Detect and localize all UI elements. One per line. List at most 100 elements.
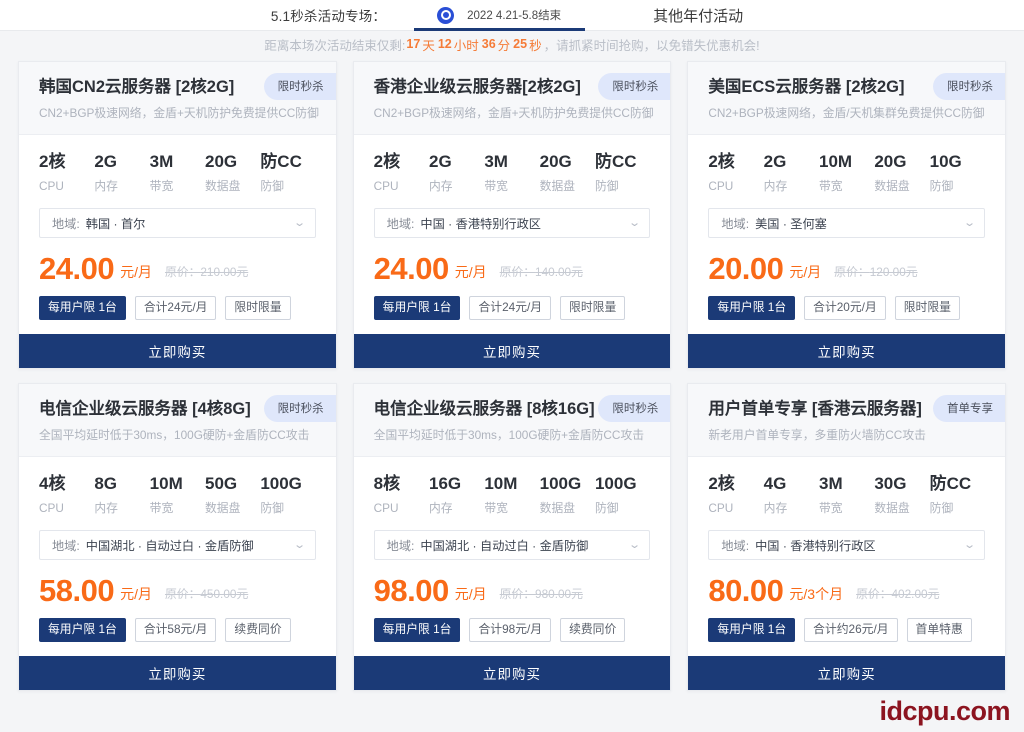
spec-key: 数据盘 [205, 178, 260, 194]
spec-value: 50G [205, 473, 260, 495]
spec-value: 10M [819, 151, 874, 173]
price-row: 58.00 元/月 原价：450.00元 [19, 560, 336, 608]
spec-key: CPU [374, 178, 429, 194]
status-badge: 限时秒杀 [264, 395, 336, 422]
region-select[interactable]: 地域: 中国湖北 · 自动过白 · 金盾防御 ⌄ [374, 530, 651, 560]
spec-value: 防CC [595, 151, 650, 173]
card-header: 电信企业级云服务器 [4核8G] 全国平均延时低于30ms，100G硬防+金盾防… [19, 384, 336, 457]
spec-list: 2核 CPU 4G 内存 3M 带宽 30G 数据盘 防CC 防御 [688, 457, 1005, 520]
original-price-value: 980.00元 [535, 587, 583, 601]
spec-key: 内存 [429, 500, 484, 516]
tag-user-limit: 每用户限 1台 [708, 296, 795, 320]
product-card: 电信企业级云服务器 [4核8G] 全国平均延时低于30ms，100G硬防+金盾防… [18, 383, 337, 691]
region-select[interactable]: 地域: 韩国 · 首尔 ⌄ [39, 208, 316, 238]
spec-item: 2G 内存 [764, 151, 819, 194]
region-select[interactable]: 地域: 中国湖北 · 自动过白 · 金盾防御 ⌄ [39, 530, 316, 560]
card-subtitle: 全国平均延时低于30ms，100G硬防+金盾防CC攻击 [374, 427, 671, 443]
chevron-down-icon: ⌄ [628, 218, 641, 229]
spec-value: 16G [429, 473, 484, 495]
region-label: 地域: [721, 214, 749, 232]
spec-list: 2核 CPU 2G 内存 3M 带宽 20G 数据盘 防CC 防御 [19, 135, 336, 198]
buy-now-button[interactable]: 立即购买 [354, 656, 671, 690]
buy-now-button[interactable]: 立即购买 [19, 334, 336, 368]
spec-key: 带宽 [819, 178, 874, 194]
tag-list: 每用户限 1台合计24元/月限时限量 [354, 286, 671, 334]
tag-info: 合计约26元/月 [804, 618, 897, 642]
spec-key: 数据盘 [205, 500, 260, 516]
card-header: 韩国CN2云服务器 [2核2G] CN2+BGP极速网络，金盾+天机防护免费提供… [19, 62, 336, 135]
region-select-wrap: 地域: 中国湖北 · 自动过白 · 金盾防御 ⌄ [354, 520, 671, 560]
status-badge: 首单专享 [933, 395, 1005, 422]
buy-now-button[interactable]: 立即购买 [688, 334, 1005, 368]
product-card: 香港企业级云服务器[2核2G] CN2+BGP极速网络，金盾+天机防护免费提供C… [353, 61, 672, 369]
countdown-days-unit: 天 [422, 35, 435, 54]
price-unit: 元/月 [789, 262, 821, 286]
spec-value: 3M [150, 151, 205, 173]
radio-selected-icon [438, 8, 453, 23]
price-value: 24.00 [374, 252, 449, 286]
promo-label: 5.1秒杀活动专场： [271, 5, 386, 25]
spec-value: 2G [764, 151, 819, 173]
region-label: 地域: [52, 214, 80, 232]
price-row: 24.00 元/月 原价：140.00元 [354, 238, 671, 286]
countdown-prefix: 距离本场次活动结束仅剩: [264, 35, 405, 54]
buy-now-button[interactable]: 立即购买 [688, 656, 1005, 690]
original-price: 原价：402.00元 [856, 585, 939, 608]
tab-current-session[interactable]: 2022 4.21-5.8结束 [408, 0, 591, 31]
original-price-label: 原价： [165, 265, 200, 279]
region-label: 地域: [387, 214, 415, 232]
tag-user-limit: 每用户限 1台 [39, 618, 126, 642]
spec-key: 数据盘 [874, 178, 929, 194]
spec-key: 数据盘 [540, 178, 595, 194]
region-label: 地域: [721, 536, 749, 554]
region-select-wrap: 地域: 韩国 · 首尔 ⌄ [19, 198, 336, 238]
card-header: 美国ECS云服务器 [2核2G] CN2+BGP极速网络，金盾/天机集群免费提供… [688, 62, 1005, 135]
countdown-days: 17 [406, 37, 420, 51]
region-select[interactable]: 地域: 中国 · 香港特别行政区 ⌄ [374, 208, 651, 238]
status-badge: 限时秒杀 [598, 73, 670, 100]
product-card: 美国ECS云服务器 [2核2G] CN2+BGP极速网络，金盾/天机集群免费提供… [687, 61, 1006, 369]
tab-other-annual[interactable]: 其他年付活动 [643, 5, 753, 26]
tag-info: 合计24元/月 [135, 296, 217, 320]
spec-item: 10M 带宽 [819, 151, 874, 194]
price-unit: 元/3个月 [789, 584, 843, 608]
spec-value: 4G [764, 473, 819, 495]
card-header: 香港企业级云服务器[2核2G] CN2+BGP极速网络，金盾+天机防护免费提供C… [354, 62, 671, 135]
price-unit: 元/月 [120, 262, 152, 286]
spec-value: 3M [819, 473, 874, 495]
tag-info: 合计24元/月 [469, 296, 551, 320]
price-unit: 元/月 [120, 584, 152, 608]
spec-key: 防御 [595, 500, 650, 516]
spec-item: 10G 防御 [930, 151, 985, 194]
region-select[interactable]: 地域: 美国 · 圣何塞 ⌄ [708, 208, 985, 238]
spec-item: 防CC 防御 [930, 473, 985, 516]
buy-now-button[interactable]: 立即购买 [19, 656, 336, 690]
card-subtitle: CN2+BGP极速网络，金盾+天机防护免费提供CC防御 [374, 105, 671, 121]
original-price: 原价：140.00元 [500, 263, 583, 286]
spec-item: 8G 内存 [94, 473, 149, 516]
countdown-seconds-unit: 秒 [529, 35, 542, 54]
tag-list: 每用户限 1台合计约26元/月首单特惠 [688, 608, 1005, 656]
spec-value: 防CC [930, 473, 985, 495]
product-card: 用户首单专享 [香港云服务器] 新老用户首单专享，多重防火墙防CC攻击 首单专享… [687, 383, 1006, 691]
region-value: 美国 · 圣何塞 [755, 214, 827, 232]
tag-info: 续费同价 [560, 618, 625, 642]
spec-key: 数据盘 [540, 500, 595, 516]
spec-item: 3M 带宽 [484, 151, 539, 194]
buy-now-button[interactable]: 立即购买 [354, 334, 671, 368]
card-header: 电信企业级云服务器 [8核16G] 全国平均延时低于30ms，100G硬防+金盾… [354, 384, 671, 457]
countdown-bar: 距离本场次活动结束仅剩: 17天12小时36分25秒，请抓紧时间抢购，以免错失优… [0, 31, 1024, 57]
region-value: 韩国 · 首尔 [86, 214, 146, 232]
spec-value: 2G [429, 151, 484, 173]
card-header: 用户首单专享 [香港云服务器] 新老用户首单专享，多重防火墙防CC攻击 首单专享 [688, 384, 1005, 457]
tag-info: 限时限量 [225, 296, 290, 320]
region-select[interactable]: 地域: 中国 · 香港特别行政区 ⌄ [708, 530, 985, 560]
tag-list: 每用户限 1台合计24元/月限时限量 [19, 286, 336, 334]
status-badge: 限时秒杀 [933, 73, 1005, 100]
countdown-hours: 12 [438, 37, 452, 51]
spec-item: 50G 数据盘 [205, 473, 260, 516]
price-row: 80.00 元/3个月 原价：402.00元 [688, 560, 1005, 608]
original-price-label: 原价： [834, 265, 869, 279]
spec-value: 2核 [39, 151, 94, 173]
product-card: 电信企业级云服务器 [8核16G] 全国平均延时低于30ms，100G硬防+金盾… [353, 383, 672, 691]
